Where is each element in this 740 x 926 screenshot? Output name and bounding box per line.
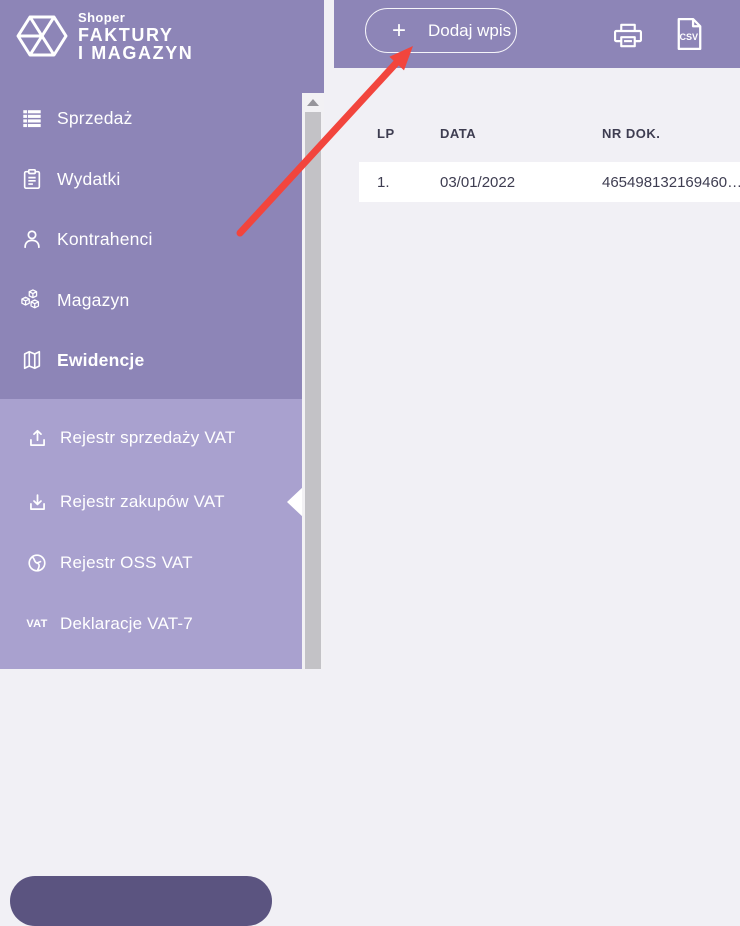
- sidebar-item-rejestr-sprzedazy-vat[interactable]: Rejestr sprzedaży VAT: [0, 418, 290, 458]
- register-content: LP DATA NR DOK. 1. 03/01/2022 4654981321…: [334, 68, 740, 669]
- sidebar-item-label: Kontrahenci: [57, 228, 153, 249]
- sidebar-item-label: Rejestr OSS VAT: [60, 553, 193, 572]
- sidebar-item-ewidencje[interactable]: Ewidencje: [0, 340, 300, 380]
- sidebar-item-deklaracje-vat7[interactable]: VAT Deklaracje VAT-7: [0, 604, 290, 644]
- vat-icon: VAT: [26, 618, 48, 630]
- column-header-data: DATA: [440, 125, 477, 141]
- logo-line2-text: I MAGAZYN: [78, 43, 194, 63]
- clipboard-icon: [20, 167, 44, 191]
- export-csv-button[interactable]: CSV: [674, 16, 705, 52]
- up-arrow-icon: [307, 98, 319, 106]
- list-icon: [20, 106, 44, 130]
- cell-data: 03/01/2022: [440, 173, 516, 191]
- sidebar-item-label: Wydatki: [57, 168, 121, 189]
- sidebar-item-sprzedaz[interactable]: Sprzedaż: [0, 98, 300, 138]
- logo-brand-text: Shoper: [78, 10, 126, 25]
- sidebar-item-label: Deklaracje VAT-7: [60, 614, 193, 633]
- books-icon: [20, 348, 44, 372]
- plus-icon: +: [392, 16, 407, 44]
- upload-icon: [25, 426, 49, 450]
- sidebar-item-wydatki[interactable]: Wydatki: [0, 159, 300, 199]
- sidebar-scrollbar[interactable]: [302, 93, 324, 669]
- scrollbar-up-button[interactable]: [302, 93, 324, 111]
- globe-icon: [25, 551, 49, 575]
- toolbar: + Dodaj wpis CSV: [334, 0, 740, 68]
- main-area: + Dodaj wpis CSV LP DATA NR DOK. 1. 03/0…: [334, 0, 740, 669]
- selected-item-highlight: [10, 876, 272, 926]
- sidebar: Shoper FAKTURY I MAGAZYN Sprzedaż Wydatk…: [0, 0, 324, 926]
- sidebar-item-rejestr-zakupow-vat[interactable]: Rejestr zakupów VAT: [0, 482, 290, 522]
- cell-lp: 1.: [377, 173, 390, 191]
- table-header: LP DATA NR DOK.: [377, 113, 740, 153]
- download-icon: [25, 490, 49, 514]
- add-entry-label: Dodaj wpis: [428, 20, 512, 40]
- sidebar-item-label: Sprzedaż: [57, 107, 133, 128]
- csv-file-icon: CSV: [674, 16, 705, 52]
- sidebar-item-label: Rejestr sprzedaży VAT: [60, 428, 236, 447]
- app-logo[interactable]: Shoper FAKTURY I MAGAZYN: [14, 8, 193, 64]
- add-entry-button[interactable]: + Dodaj wpis: [365, 8, 517, 53]
- printer-icon: [611, 22, 645, 49]
- scrollbar-thumb[interactable]: [305, 112, 321, 669]
- column-header-nr-dok: NR DOK.: [602, 125, 661, 141]
- shoper-hexagon-logo-icon: [14, 8, 70, 64]
- logo-line1-text: FAKTURY: [78, 25, 174, 45]
- cubes-icon: [20, 288, 44, 312]
- table-row[interactable]: 1. 03/01/2022 465498132169460…: [359, 162, 740, 202]
- print-button[interactable]: [611, 22, 645, 49]
- person-icon: [20, 227, 44, 251]
- sidebar-item-label: Rejestr zakupów VAT: [60, 492, 225, 511]
- sidebar-submenu: Rejestr sprzedaży VAT Rejestr zakupów VA…: [0, 399, 324, 926]
- sidebar-item-kontrahenci[interactable]: Kontrahenci: [0, 219, 300, 259]
- sidebar-item-label: Magazyn: [57, 289, 130, 310]
- sidebar-item-magazyn[interactable]: Magazyn: [0, 280, 300, 320]
- column-header-lp: LP: [377, 125, 395, 141]
- sidebar-item-rejestr-oss-vat[interactable]: Rejestr OSS VAT: [0, 543, 290, 583]
- sidebar-item-label: Ewidencje: [57, 349, 145, 370]
- svg-text:CSV: CSV: [679, 32, 698, 42]
- cell-nr-dok: 465498132169460…: [602, 173, 740, 191]
- app-root: Shoper FAKTURY I MAGAZYN Sprzedaż Wydatk…: [0, 0, 740, 926]
